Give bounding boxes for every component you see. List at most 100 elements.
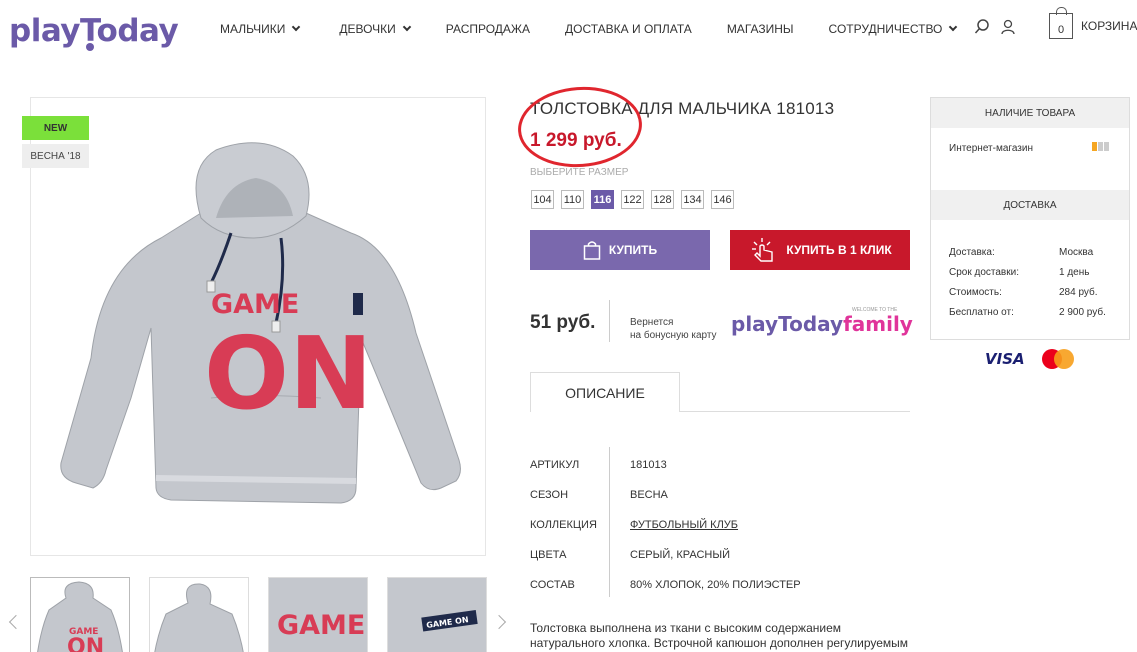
cart-button[interactable]: 0 КОРЗИНА (1049, 7, 1137, 39)
badge-season: ВЕСНА '18 (22, 144, 89, 168)
bonus-value: 51 руб. (530, 312, 596, 333)
delivery-value: Москва (1059, 247, 1094, 258)
payment-methods: VISA (985, 349, 1074, 369)
search-icon[interactable] (974, 19, 990, 35)
gallery-prev-arrow-icon[interactable] (8, 614, 24, 630)
nav-label: ДЕВОЧКИ (339, 22, 396, 36)
thumbnail-strip: GAME ON GAME GAME ON (30, 577, 487, 652)
bonus-text: Вернется на бонусную карту (630, 316, 717, 342)
family-logo-accent: family (843, 312, 913, 336)
delivery-value: 284 руб. (1059, 287, 1098, 298)
nav-partnership[interactable]: СОТРУДНИЧЕСТВО (828, 22, 958, 36)
delivery-key: Срок доставки: (949, 267, 1019, 278)
site-logo[interactable]: playToday (9, 5, 179, 51)
bonus-text-line1: Вернется (630, 317, 674, 328)
size-label: ВЫБЕРИТЕ РАЗМЕР (530, 167, 629, 178)
thumb-on-text: ON (67, 635, 104, 652)
bonus-divider (609, 300, 610, 342)
mastercard-icon (1041, 349, 1074, 369)
buy-button[interactable]: КУПИТЬ (530, 230, 710, 270)
thumbnail-back[interactable] (149, 577, 249, 652)
spec-row: СОСТАВ 80% ХЛОПОК, 20% ПОЛИЭСТЕР (530, 570, 801, 600)
thumb-sleeve-image: GAME ON (388, 578, 486, 652)
spec-key: ЦВЕТА (530, 549, 567, 561)
visa-logo: VISA (985, 350, 1025, 368)
size-option[interactable]: 110 (561, 190, 584, 209)
size-option[interactable]: 128 (651, 190, 674, 209)
stock-bar (1104, 142, 1109, 151)
spec-key: КОЛЛЕКЦИЯ (530, 519, 597, 531)
cart-bag-icon: 0 (1049, 7, 1073, 39)
tab-description[interactable]: ОПИСАНИЕ (530, 372, 680, 412)
spec-row: СЕЗОН ВЕСНА (530, 480, 801, 510)
hoodie-image: GAME ON (60, 142, 461, 504)
header-icons (974, 19, 1016, 35)
nav-label: СОТРУДНИЧЕСТВО (828, 22, 943, 36)
spec-key: СОСТАВ (530, 579, 575, 591)
click-hand-icon (752, 238, 774, 262)
nav-label: МАГАЗИНЫ (726, 22, 794, 36)
product-specs: АРТИКУЛ 181013 СЕЗОН ВЕСНА КОЛЛЕКЦИЯ ФУТ… (530, 450, 801, 600)
store-label: Интернет-магазин (949, 143, 1033, 154)
size-option-selected[interactable]: 116 (591, 190, 614, 209)
size-selector: 104 110 116 122 128 134 146 (531, 190, 734, 209)
user-icon[interactable] (1000, 19, 1016, 35)
spec-value: СЕРЫЙ, КРАСНЫЙ (630, 549, 731, 561)
delivery-header: ДОСТАВКА (931, 190, 1129, 220)
gallery-next-arrow-icon[interactable] (491, 614, 507, 630)
chevron-down-icon (949, 22, 958, 32)
nav-girls[interactable]: ДЕВОЧКИ (339, 22, 411, 36)
nav-label: ДОСТАВКА И ОПЛАТА (565, 22, 692, 36)
nav-delivery[interactable]: ДОСТАВКА И ОПЛАТА (565, 22, 692, 36)
stock-bar (1098, 142, 1103, 151)
family-program-logo[interactable]: playTodayfamily (731, 312, 913, 336)
thumbnail-sleeve-tag[interactable]: GAME ON (387, 577, 487, 652)
delivery-key: Доставка: (949, 247, 995, 258)
logo-text: playToday (9, 13, 179, 49)
nav-sale[interactable]: РАСПРОДАЖА (446, 22, 530, 36)
thumb-front-image: GAME ON (37, 581, 123, 652)
size-option[interactable]: 104 (531, 190, 554, 209)
delivery-key: Стоимость: (949, 287, 1002, 298)
main-nav: МАЛЬЧИКИ ДЕВОЧКИ РАСПРОДАЖА ДОСТАВКА И О… (220, 22, 958, 36)
family-logo-main: playToday (731, 312, 844, 336)
chevron-down-icon (292, 22, 301, 32)
delivery-row: Бесплатно от: 2 900 руб. (949, 307, 1119, 318)
spec-key: АРТИКУЛ (530, 459, 580, 471)
cart-count: 0 (1057, 24, 1065, 36)
one-click-buy-button[interactable]: КУПИТЬ В 1 КЛИК (730, 230, 910, 270)
spec-value: 80% ХЛОПОК, 20% ПОЛИЭСТЕР (630, 579, 801, 591)
shopping-bag-icon (583, 241, 601, 260)
thumbnail-front[interactable]: GAME ON (30, 577, 130, 652)
delivery-key: Бесплатно от: (949, 307, 1014, 318)
availability-header: НАЛИЧИЕ ТОВАРА (931, 98, 1129, 128)
family-welcome-text: WELCOME TO THE (852, 307, 898, 313)
spec-key: СЕЗОН (530, 489, 569, 501)
delivery-row: Стоимость: 284 руб. (949, 287, 1119, 298)
availability-panel: НАЛИЧИЕ ТОВАРА Интернет-магазин ДОСТАВКА… (930, 97, 1130, 340)
size-option[interactable]: 122 (621, 190, 644, 209)
spec-row: АРТИКУЛ 181013 (530, 450, 801, 480)
product-main-image[interactable]: GAME ON (30, 97, 486, 556)
thumbnail-print-closeup[interactable]: GAME (268, 577, 368, 652)
nav-stores[interactable]: МАГАЗИНЫ (727, 22, 794, 36)
stock-bar (1092, 142, 1097, 151)
size-option[interactable]: 146 (711, 190, 734, 209)
product-description: Толстовка выполнена из ткани с высоким с… (530, 621, 909, 652)
spec-value: 181013 (630, 459, 667, 471)
badge-new: NEW (22, 116, 89, 140)
nav-label: МАЛЬЧИКИ (220, 22, 286, 36)
nav-label: РАСПРОДАЖА (445, 22, 531, 36)
chevron-down-icon (402, 22, 411, 32)
size-option[interactable]: 134 (681, 190, 704, 209)
one-click-label: КУПИТЬ В 1 КЛИК (786, 243, 892, 257)
cart-label: КОРЗИНА (1081, 19, 1137, 33)
print-on-text: ON (204, 315, 373, 432)
delivery-value: 2 900 руб. (1059, 307, 1106, 318)
collection-link[interactable]: ФУТБОЛЬНЫЙ КЛУБ (630, 519, 738, 531)
tab-underline (679, 411, 910, 412)
logo-dot (86, 43, 94, 51)
spec-row: КОЛЛЕКЦИЯ ФУТБОЛЬНЫЙ КЛУБ (530, 510, 801, 540)
nav-boys[interactable]: МАЛЬЧИКИ (220, 22, 301, 36)
spec-row: ЦВЕТА СЕРЫЙ, КРАСНЫЙ (530, 540, 801, 570)
